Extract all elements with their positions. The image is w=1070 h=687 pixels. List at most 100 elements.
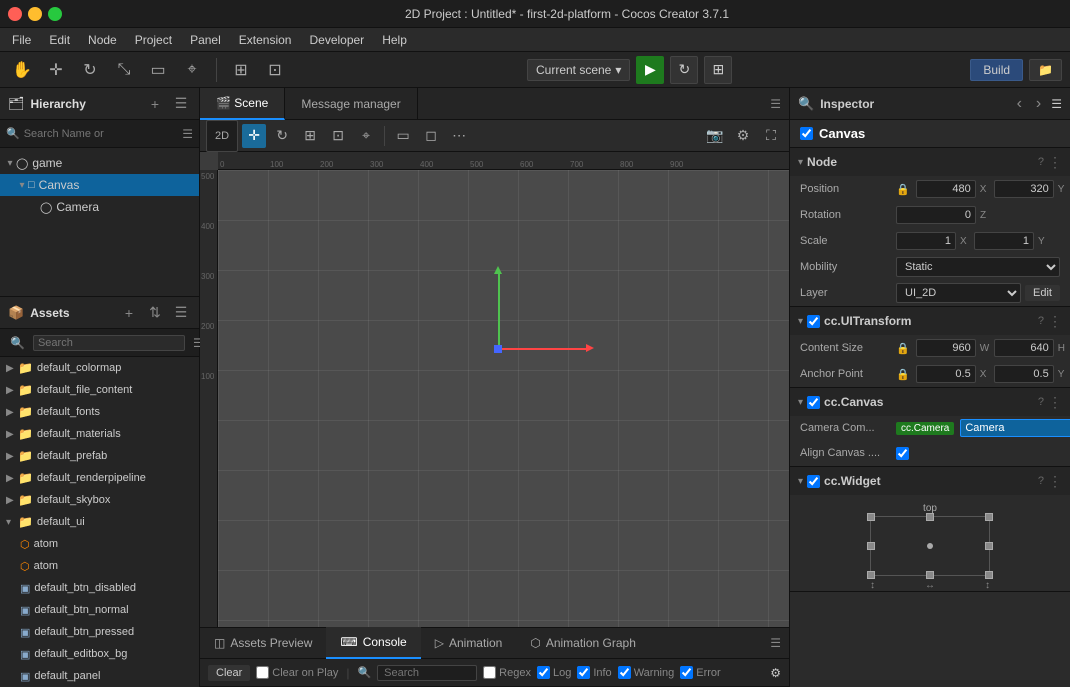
- game-expand-arrow[interactable]: ▾: [4, 158, 16, 169]
- mobility-select[interactable]: Static Stationary Dynamic: [896, 257, 1060, 277]
- scene-menu-btn[interactable]: ☰: [762, 97, 789, 111]
- tree-item-camera[interactable]: ◯ Camera: [0, 196, 199, 218]
- hand-tool-btn[interactable]: ✋: [8, 56, 36, 84]
- fonts-arrow[interactable]: ▶: [6, 407, 18, 418]
- rect-scene-btn[interactable]: ▭: [391, 124, 415, 148]
- widget-handle-mid-left[interactable]: [867, 542, 875, 550]
- uitransform-help-btn[interactable]: ?: [1038, 315, 1044, 327]
- anchor-btn[interactable]: ⌖: [354, 124, 378, 148]
- camera-comp-input[interactable]: [960, 419, 1070, 437]
- tab-assets-preview[interactable]: ◫ Assets Preview: [200, 627, 326, 659]
- widget-more-btn[interactable]: ⋮: [1048, 473, 1062, 490]
- tree-item-canvas[interactable]: ▾ □ Canvas: [0, 174, 199, 196]
- tab-scene[interactable]: 🎬 Scene: [200, 88, 285, 120]
- asset-btn-pressed[interactable]: ▣ default_btn_pressed: [0, 621, 199, 643]
- rotation-z-input[interactable]: [896, 206, 976, 224]
- hierarchy-list-btn[interactable]: ☰: [182, 127, 193, 141]
- node-section-header[interactable]: ▾ Node ? ⋮: [790, 148, 1070, 176]
- asset-default-file-content[interactable]: ▶ 📁 default_file_content: [0, 379, 199, 401]
- clear-btn[interactable]: Clear: [208, 665, 250, 681]
- cam-btn[interactable]: 📷: [703, 124, 727, 148]
- transform-tool-btn[interactable]: ⌖: [178, 56, 206, 84]
- widget-handle-top-right[interactable]: [985, 513, 993, 521]
- widget-enable-checkbox[interactable]: [807, 475, 820, 488]
- menu-project[interactable]: Project: [127, 31, 180, 49]
- asset-default-skybox[interactable]: ▶ 📁 default_skybox: [0, 489, 199, 511]
- hierarchy-menu-btn[interactable]: ☰: [171, 95, 191, 112]
- uitransform-section-header[interactable]: ▾ cc.UITransform ? ⋮: [790, 307, 1070, 335]
- colormap-arrow[interactable]: ▶: [6, 363, 18, 374]
- assets-add-btn[interactable]: +: [119, 305, 139, 321]
- minimize-btn[interactable]: −: [28, 7, 42, 21]
- regex-checkbox[interactable]: [483, 666, 496, 679]
- widget-handle-mid-right[interactable]: [985, 542, 993, 550]
- node-help-btn[interactable]: ?: [1038, 156, 1044, 168]
- widget-help-btn[interactable]: ?: [1038, 475, 1044, 487]
- renderpipeline-arrow[interactable]: ▶: [6, 473, 18, 484]
- uitransform-enable-checkbox[interactable]: [807, 315, 820, 328]
- asset-default-renderpipeline[interactable]: ▶ 📁 default_renderpipeline: [0, 467, 199, 489]
- settings-scene-btn[interactable]: ⚙: [731, 124, 755, 148]
- materials-arrow[interactable]: ▶: [6, 429, 18, 440]
- content-size-h-input[interactable]: [994, 339, 1054, 357]
- asset-default-fonts[interactable]: ▶ 📁 default_fonts: [0, 401, 199, 423]
- move-tool-btn[interactable]: ✛: [42, 56, 70, 84]
- frame-btn[interactable]: ⊞: [298, 124, 322, 148]
- asset-btn-normal[interactable]: ▣ default_btn_normal: [0, 599, 199, 621]
- asset-btn-disabled[interactable]: ▣ default_btn_disabled: [0, 577, 199, 599]
- canvas-more-btn[interactable]: ⋮: [1048, 394, 1062, 411]
- hierarchy-search-input[interactable]: [24, 128, 179, 140]
- move-2d-btn[interactable]: ✛: [242, 124, 266, 148]
- node-scene-btn[interactable]: ◻: [419, 124, 443, 148]
- asset-atom-1[interactable]: ⬡ atom: [0, 533, 199, 555]
- widget-handle-top-mid[interactable]: [926, 513, 934, 521]
- asset-default-ui[interactable]: ▾ 📁 default_ui: [0, 511, 199, 533]
- widget-handle-bot-right[interactable]: [985, 571, 993, 579]
- menu-panel[interactable]: Panel: [182, 31, 229, 49]
- widget-section-header[interactable]: ▾ cc.Widget ? ⋮: [790, 467, 1070, 495]
- uitransform-more-btn[interactable]: ⋮: [1048, 313, 1062, 330]
- 2d-badge[interactable]: 2D: [206, 120, 238, 152]
- asset-atom-2[interactable]: ⬡ atom: [0, 555, 199, 577]
- misc-btn[interactable]: ⋯: [447, 124, 471, 148]
- position-lock-icon[interactable]: 🔒: [896, 183, 910, 196]
- error-checkbox[interactable]: [680, 666, 693, 679]
- anchor-x-input[interactable]: [916, 365, 976, 383]
- asset-default-colormap[interactable]: ▶ 📁 default_colormap: [0, 357, 199, 379]
- asset-editbox-bg[interactable]: ▣ default_editbox_bg: [0, 643, 199, 665]
- ui-arrow[interactable]: ▾: [6, 517, 18, 528]
- build-btn[interactable]: Build: [970, 59, 1023, 81]
- scale-x-input[interactable]: [896, 232, 956, 250]
- menu-developer[interactable]: Developer: [301, 31, 372, 49]
- snap-btn[interactable]: ⊡: [326, 124, 350, 148]
- rotate-scene-btn[interactable]: ↻: [270, 124, 294, 148]
- rect-tool-btn[interactable]: ▭: [144, 56, 172, 84]
- widget-handle-top-left[interactable]: [867, 513, 875, 521]
- hierarchy-add-btn[interactable]: +: [145, 96, 165, 112]
- play-btn[interactable]: ▶: [636, 56, 664, 84]
- scale-tool-btn[interactable]: ⤡: [110, 56, 138, 84]
- bottom-panel-menu-btn[interactable]: ☰: [762, 636, 789, 650]
- maximize-btn[interactable]: +: [48, 7, 62, 21]
- layer-select[interactable]: UI_2D Default: [896, 283, 1021, 303]
- scene-view[interactable]: 0 100 200 300 400 500 600 700 800 900 50…: [200, 152, 789, 627]
- folder-btn[interactable]: 📁: [1029, 59, 1062, 81]
- grid-btn[interactable]: ⊞: [704, 56, 732, 84]
- tab-animation-graph[interactable]: ⬡ Animation Graph: [516, 627, 650, 659]
- fullscreen-btn[interactable]: ⛶: [759, 124, 783, 148]
- pivot-btn[interactable]: ⊡: [261, 56, 289, 84]
- asset-default-prefab[interactable]: ▶ 📁 default_prefab: [0, 445, 199, 467]
- rotate-tool-btn[interactable]: ↻: [76, 56, 104, 84]
- scene-selector[interactable]: Current scene ▾: [527, 59, 630, 81]
- close-btn[interactable]: ×: [8, 7, 22, 21]
- widget-handle-bot-left[interactable]: [867, 571, 875, 579]
- canvas-section-header[interactable]: ▾ cc.Canvas ? ⋮: [790, 388, 1070, 416]
- layer-edit-btn[interactable]: Edit: [1025, 285, 1060, 301]
- log-checkbox[interactable]: [537, 666, 550, 679]
- console-settings-btn[interactable]: ⚙: [770, 666, 781, 680]
- asset-panel[interactable]: ▣ default_panel: [0, 665, 199, 687]
- clear-on-play-checkbox[interactable]: [256, 666, 269, 679]
- canvas-enable-checkbox[interactable]: [800, 127, 813, 140]
- node-more-btn[interactable]: ⋮: [1048, 154, 1062, 171]
- info-checkbox[interactable]: [577, 666, 590, 679]
